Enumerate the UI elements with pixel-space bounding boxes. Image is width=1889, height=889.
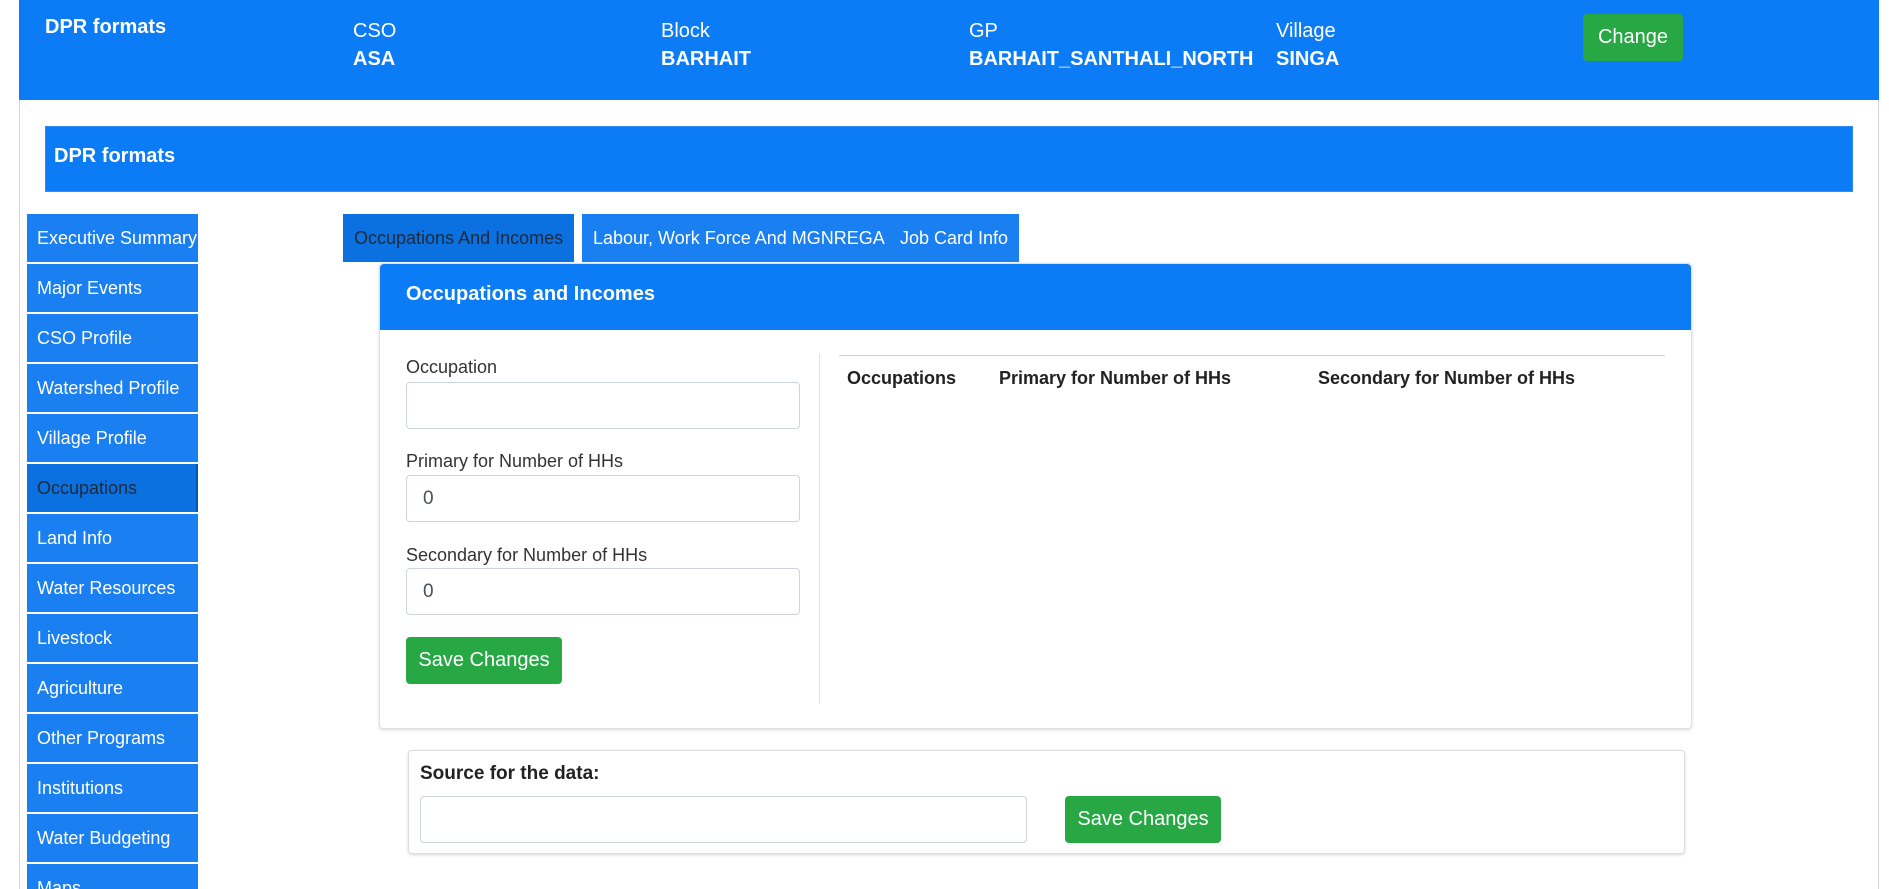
sidebar: Executive Summary Major Events CSO Profi… bbox=[27, 214, 198, 889]
village-label: Village bbox=[1276, 20, 1336, 42]
column-header-primary: Primary for Number of HHs bbox=[999, 368, 1232, 388]
sidebar-item-major-events[interactable]: Major Events bbox=[27, 264, 198, 312]
sidebar-item-occupations[interactable]: Occupations bbox=[27, 464, 198, 512]
card-title: Occupations and Incomes bbox=[380, 264, 1691, 330]
village-value: SINGA bbox=[1276, 48, 1340, 70]
sidebar-item-institutions[interactable]: Institutions bbox=[27, 764, 198, 812]
source-save-button[interactable]: Save Changes bbox=[1065, 796, 1221, 843]
column-header-secondary: Secondary for Number of HHs bbox=[1318, 368, 1576, 388]
column-header-occupations: Occupations bbox=[847, 368, 957, 388]
block-label: Block bbox=[661, 20, 710, 42]
tab-occupations-and-incomes[interactable]: Occupations And Incomes bbox=[343, 214, 575, 262]
cso-label: CSO bbox=[353, 20, 397, 42]
change-button[interactable]: Change bbox=[1583, 14, 1683, 61]
block-field: Block BARHAIT bbox=[661, 18, 751, 74]
sidebar-item-cso-profile[interactable]: CSO Profile bbox=[27, 314, 198, 362]
primary-hh-input[interactable] bbox=[406, 475, 800, 522]
sidebar-item-other-programs[interactable]: Other Programs bbox=[27, 714, 198, 762]
primary-hh-label: Primary for Number of HHs bbox=[406, 451, 624, 471]
gp-field: GP BARHAIT_SANTHALI_NORTH bbox=[969, 18, 1253, 74]
column-divider bbox=[819, 354, 820, 704]
save-changes-button[interactable]: Save Changes bbox=[406, 637, 562, 684]
source-label: Source for the data: bbox=[420, 763, 600, 784]
occupations-table: Occupations Primary for Number of HHs Se… bbox=[839, 355, 1665, 401]
page: DPR formats CSO ASA Block BARHAIT GP BAR… bbox=[0, 0, 1889, 889]
cso-field: CSO ASA bbox=[353, 18, 396, 74]
section-banner: DPR formats bbox=[45, 126, 1853, 192]
source-box: Source for the data: Save Changes bbox=[408, 750, 1685, 854]
sidebar-item-land-info[interactable]: Land Info bbox=[27, 514, 198, 562]
top-navbar: DPR formats CSO ASA Block BARHAIT GP BAR… bbox=[19, 0, 1879, 100]
navbar-brand[interactable]: DPR formats bbox=[45, 16, 166, 39]
block-value: BARHAIT bbox=[661, 48, 751, 70]
tab-labour-work-force[interactable]: Labour, Work Force And MGNREGA bbox=[582, 214, 896, 262]
sidebar-item-agriculture[interactable]: Agriculture bbox=[27, 664, 198, 712]
secondary-hh-input[interactable] bbox=[406, 568, 800, 615]
occupation-input[interactable] bbox=[406, 382, 800, 429]
sidebar-item-executive-summary[interactable]: Executive Summary bbox=[27, 214, 198, 262]
cso-value: ASA bbox=[353, 48, 396, 70]
occupation-label: Occupation bbox=[406, 357, 498, 377]
occupations-card: Occupations and Incomes Occupation Prima… bbox=[379, 263, 1692, 729]
sidebar-item-watershed-profile[interactable]: Watershed Profile bbox=[27, 364, 198, 412]
secondary-hh-label: Secondary for Number of HHs bbox=[406, 545, 648, 565]
source-input[interactable] bbox=[420, 796, 1027, 843]
gp-label: GP bbox=[969, 20, 998, 42]
tab-job-card-info[interactable]: Job Card Info bbox=[889, 214, 1020, 262]
sidebar-item-maps[interactable]: Maps bbox=[27, 864, 198, 889]
table-header-row: Occupations Primary for Number of HHs Se… bbox=[841, 358, 1663, 399]
sidebar-item-village-profile[interactable]: Village Profile bbox=[27, 414, 198, 462]
sidebar-item-livestock[interactable]: Livestock bbox=[27, 614, 198, 662]
village-field: Village SINGA bbox=[1276, 18, 1339, 74]
sidebar-item-water-resources[interactable]: Water Resources bbox=[27, 564, 198, 612]
gp-value: BARHAIT_SANTHALI_NORTH bbox=[969, 48, 1254, 70]
sidebar-item-water-budgeting[interactable]: Water Budgeting bbox=[27, 814, 198, 862]
